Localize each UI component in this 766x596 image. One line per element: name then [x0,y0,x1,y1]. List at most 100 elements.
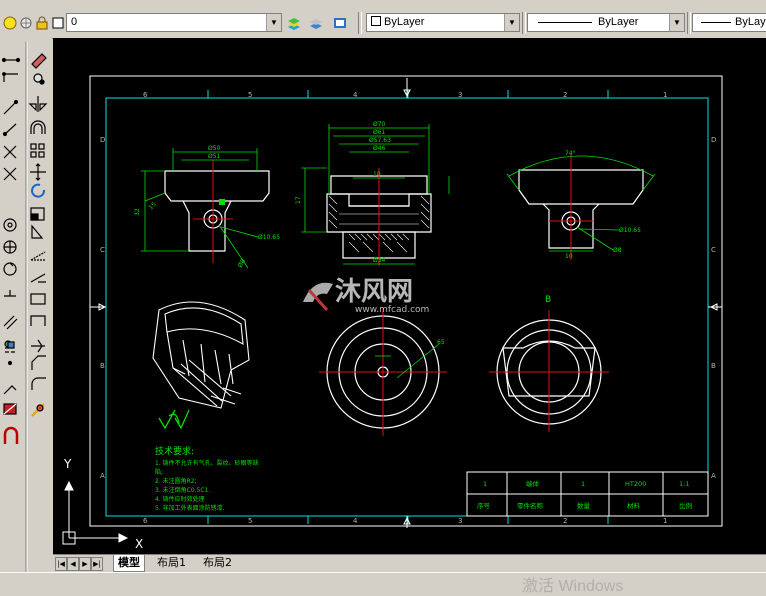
extend-icon[interactable] [30,273,46,283]
array-icon[interactable] [30,143,45,158]
dimension-text: 32 [134,208,141,216]
tech-title: 技术要求: [155,445,194,457]
insert-block-icon[interactable] [3,315,18,330]
zone-letter: A [711,472,716,480]
explode-icon[interactable] [31,377,46,390]
dimension-text: Ø34 [373,257,386,264]
polygon-icon[interactable] [2,123,17,137]
dimension-text: 74° [565,150,576,157]
copy-icon[interactable] [33,73,45,85]
tab-layout1[interactable]: 布局1 [153,555,190,571]
trim-icon[interactable] [30,251,46,261]
side-view: 74° Ø10.65 Ø8 10 [506,150,656,260]
zone-letter: D [711,136,716,144]
break-icon[interactable] [30,293,46,305]
linetype-dropdown-value: ByLayer [598,16,639,28]
zone-number: 2 [563,91,567,99]
zone-number: 3 [458,91,462,99]
chevron-down-icon[interactable]: ▼ [669,14,684,31]
layout-tabs-bar: |◀ ◀ ▶ ▶| 模型 布局1 布局2 [53,554,766,573]
next-tab-button[interactable]: ▶ [79,557,91,571]
dimension-text: Ø10.65 [258,234,280,241]
drawing-svg: 6 5 4 3 2 1 6 5 4 3 2 1 D C B A D C B A [62,75,723,551]
ellipse-icon[interactable] [4,290,16,297]
layer-color-swatch-icon[interactable] [50,15,66,31]
layer-previous-icon[interactable] [332,15,348,31]
dimension-text: 65 [437,339,445,346]
properties-toolbar: 0 ▼ ByLayer ▼ ByLayer ▼ ByLay [0,0,766,39]
title-cell: 比例 [679,501,692,510]
linetype-dropdown[interactable]: ByLayer ▼ [527,13,685,32]
make-current-layer-icon[interactable] [286,15,302,31]
view-label: B [545,295,551,305]
spline-icon[interactable] [3,262,17,276]
fillet-icon[interactable] [31,355,46,370]
hatch-icon[interactable] [7,360,13,366]
watermark-url: www.mfcad.com [355,305,429,315]
rectangle-icon[interactable] [3,145,17,159]
dimension-text: Ø50 [208,145,221,152]
scale-icon[interactable] [30,207,45,221]
site-watermark: 沐风网 www.mfcad.com [303,277,429,315]
make-block-icon[interactable] [5,347,15,353]
properties-match-icon[interactable] [31,403,45,417]
stretch-icon[interactable] [31,224,44,239]
chevron-down-icon[interactable]: ▼ [504,14,519,31]
title-cell: 序号 [477,501,491,510]
move-icon[interactable] [30,163,46,181]
zone-letter: B [711,362,716,370]
mirror-icon[interactable] [28,96,48,112]
dimension-text: 15 [147,201,157,211]
polyline-icon[interactable] [3,99,19,115]
front-view: Ø50 Ø51 32 15 Ø10.65 Ø8 [134,145,280,269]
chevron-down-icon[interactable]: ▼ [266,14,281,31]
title-cell: HT200 [625,480,646,488]
prev-tab-button[interactable]: ◀ [67,557,79,571]
tab-layout2[interactable]: 布局2 [199,555,236,571]
line-tool-icon[interactable] [1,57,21,63]
chamfer-icon[interactable] [31,339,45,353]
rotate-icon[interactable] [31,183,46,198]
status-bar [0,572,766,591]
zone-number: 5 [248,517,252,525]
revision-cloud-icon[interactable] [3,240,17,254]
drawing-canvas[interactable]: 6 5 4 3 2 1 6 5 4 3 2 1 D C B A D C B A [53,38,766,554]
table-icon[interactable] [3,426,19,444]
title-cell: 数量 [577,501,591,510]
tab-model[interactable]: 模型 [113,555,145,572]
title-cell: 材料 [627,501,641,510]
lineweight-dropdown[interactable]: ByLay [692,13,766,32]
erase-icon[interactable] [31,53,47,69]
join-icon[interactable] [30,315,46,326]
gradient-icon[interactable] [3,385,17,395]
title-cell: 端体 [526,479,540,488]
color-dropdown[interactable]: ByLayer ▼ [366,13,520,32]
title-cell: 1:1 [679,480,689,488]
section-view: Ø70 Ø61 Ø57.63 Ø46 10 17 Ø34 [295,121,450,266]
top-view: 65 [319,308,447,436]
title-cell: 1 [483,480,487,488]
color-swatch [371,16,381,26]
region-icon[interactable] [3,403,17,415]
zone-letter: B [100,362,105,370]
zone-number: 3 [458,517,462,525]
offset-icon[interactable] [30,120,46,134]
layer-freeze-icon[interactable] [18,15,34,31]
title-block: 1 端体 1 HT200 1:1 序号 零件名称 数量 材料 比例 [466,471,709,517]
zone-letter: D [100,136,105,144]
draw-modify-toolbar [1,42,48,583]
construction-line-icon[interactable] [2,72,18,82]
last-tab-button[interactable]: ▶| [91,557,103,571]
layer-states-icon[interactable] [308,15,324,31]
layer-on-icon[interactable] [2,15,18,31]
circle-icon[interactable] [3,218,17,232]
tech-line: 2. 未注圆角R2; [155,477,197,485]
layer-lock-icon[interactable] [34,15,50,31]
point-icon[interactable] [4,340,15,349]
ucs-icon [62,480,129,545]
arc-icon[interactable] [3,167,17,181]
watermark-title: 沐风网 [335,277,413,307]
first-tab-button[interactable]: |◀ [55,557,67,571]
zone-number: 4 [353,91,358,99]
layer-dropdown[interactable]: 0 ▼ [66,13,282,32]
